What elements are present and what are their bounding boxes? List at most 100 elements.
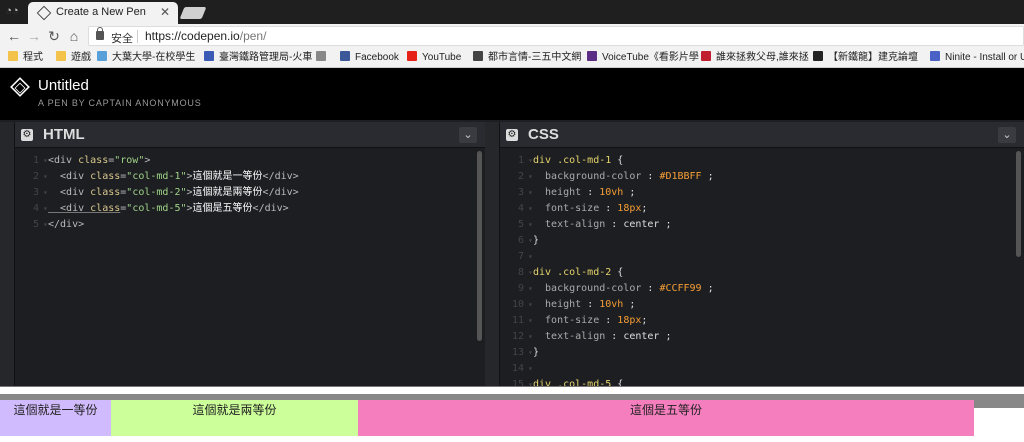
- code-token: {: [617, 155, 624, 166]
- line-number: 3: [32, 187, 39, 198]
- codepen-favicon-icon: [36, 5, 52, 21]
- chevron-down-icon[interactable]: ⌄: [998, 127, 1016, 143]
- code-text: background-color : #D1BBFF ;: [533, 169, 714, 185]
- css-code-area[interactable]: 1 ▾ div .col-md-1 {2 ▾ background-color : #…: [500, 149, 1024, 386]
- code-token: ;: [623, 299, 636, 310]
- bookmark-item[interactable]: 遊戲: [56, 51, 91, 65]
- css-code-line: 10 ▾ height : 10vh ;: [500, 297, 1024, 313]
- code-token: #D1BBFF: [659, 171, 702, 182]
- tab-strip: ◔◔ Create a New Pen ✕: [0, 0, 1024, 24]
- line-number: 5: [32, 219, 39, 230]
- col-md-2-box: 這個就是兩等份: [111, 400, 358, 436]
- fold-marker-icon[interactable]: ▾: [528, 249, 533, 265]
- code-text: div .col-md-1 {: [533, 153, 623, 169]
- home-icon[interactable]: ⌂: [66, 27, 82, 45]
- bookmark-item[interactable]: Ninite - Install or Up: [930, 51, 1024, 65]
- fold-marker-icon[interactable]: ▾: [528, 361, 533, 377]
- code-token: <div: [48, 187, 91, 198]
- bookmark-favicon-icon: [813, 51, 823, 61]
- bookmark-item[interactable]: 誰來拯救父母,誰來拯: [701, 51, 809, 65]
- css-code-line: 1 ▾ div .col-md-1 {: [500, 153, 1024, 169]
- code-token: "col-md-5": [126, 203, 187, 214]
- code-token: 10vh: [599, 299, 624, 310]
- new-tab-button[interactable]: [179, 7, 207, 19]
- code-text: </div>: [48, 217, 84, 233]
- line-number: 12: [511, 331, 524, 342]
- bookmark-label: Facebook: [355, 52, 399, 63]
- line-number: 7: [517, 251, 524, 262]
- bookmark-item[interactable]: Facebook: [340, 51, 399, 65]
- html-code-line: 2 ▾ <div class="col-md-1">這個就是一等份</div>: [15, 169, 485, 185]
- code-token: ;: [701, 283, 714, 294]
- incognito-icon: ◔◔: [5, 5, 19, 17]
- code-token: {: [617, 379, 624, 386]
- code-token: "row": [114, 155, 145, 166]
- bookmark-favicon-icon: [587, 51, 597, 61]
- bookmark-item[interactable]: YouTube: [407, 51, 461, 65]
- code-text: text-align : center ;: [533, 217, 671, 233]
- gear-icon[interactable]: ⚙: [506, 129, 518, 141]
- bookmark-item[interactable]: 大葉大學-在校學生: [97, 51, 195, 65]
- back-arrow-icon[interactable]: ←: [6, 27, 22, 45]
- code-token: :: [647, 171, 660, 182]
- code-text: <div class="col-md-5">這個是五等份</div>: [48, 201, 289, 217]
- css-code-line: 13 ▾}: [500, 345, 1024, 361]
- line-number: 9: [517, 283, 524, 294]
- line-number: 14: [511, 363, 524, 374]
- tab-create-new-pen[interactable]: Create a New Pen ✕: [28, 2, 178, 24]
- address-bar[interactable]: 安全 https://codepen.io/pen/: [88, 26, 1024, 46]
- bookmark-item[interactable]: 【新鐵龍】建克論壇: [813, 51, 918, 65]
- line-number: 1: [517, 155, 524, 166]
- html-code-line: 5 ▾ </div>: [15, 217, 485, 233]
- bookmark-label: 大葉大學-在校學生: [112, 52, 196, 63]
- code-token: background-color: [533, 283, 648, 294]
- line-number: 10: [511, 299, 524, 310]
- code-token: </div>: [48, 219, 85, 230]
- code-token: ;: [701, 171, 714, 182]
- bookmark-favicon-icon: [97, 51, 107, 61]
- codepen-header: Untitled A PEN BY CAPTAIN ANONYMOUS: [0, 68, 1024, 120]
- code-token: class: [90, 171, 121, 182]
- url-path: /pen/: [239, 29, 267, 43]
- chevron-down-icon[interactable]: ⌄: [459, 127, 477, 143]
- html-editor-header: ⚙ HTML ⌄: [15, 122, 485, 148]
- code-token: class: [90, 203, 121, 214]
- bookmark-item[interactable]: 都市言情-三五中文網: [473, 51, 581, 65]
- bookmark-item[interactable]: 程式: [8, 51, 43, 65]
- gear-icon[interactable]: ⚙: [21, 129, 33, 141]
- code-token: >: [144, 155, 151, 166]
- css-code-line: 7 ▾: [500, 249, 1024, 265]
- css-code-line: 6 ▾}: [500, 233, 1024, 249]
- line-number: 11: [511, 315, 524, 326]
- code-text: }: [533, 233, 539, 249]
- reload-icon[interactable]: ↻: [46, 27, 62, 45]
- bookmark-item[interactable]: [316, 51, 331, 65]
- code-token: : center ;: [611, 331, 672, 342]
- html-editor-title: HTML: [43, 126, 85, 143]
- html-scrollbar[interactable]: [477, 151, 482, 341]
- bookmark-favicon-icon: [407, 51, 417, 61]
- css-editor-title: CSS: [528, 126, 559, 143]
- forward-arrow-icon[interactable]: →: [26, 27, 42, 45]
- code-text: div .col-md-2 {: [533, 265, 623, 281]
- left-gutter: [0, 122, 15, 386]
- col-md-5-box: 這個是五等份: [358, 400, 974, 436]
- css-editor-header: ⚙ CSS ⌄: [500, 122, 1024, 148]
- pen-author: A PEN BY CAPTAIN ANONYMOUS: [38, 98, 202, 108]
- html-code-area[interactable]: 1 ▾ <div class="row"> 2 ▾ <div class="col-md…: [15, 149, 485, 386]
- bookmark-item[interactable]: VoiceTube《看影片學: [587, 51, 699, 65]
- code-text: text-align : center ;: [533, 329, 672, 345]
- code-token: "col-md-2": [126, 187, 187, 198]
- css-code-line: 9 ▾ background-color : #CCFF99 ;: [500, 281, 1024, 297]
- code-token: }: [533, 347, 540, 358]
- url-text: https://codepen.io/pen/: [145, 29, 266, 43]
- code-text: font-size : 18px;: [533, 313, 647, 329]
- bookmark-label: 【新鐵龍】建克論壇: [828, 52, 918, 63]
- close-tab-icon[interactable]: ✕: [160, 5, 170, 19]
- editor-resize-handle[interactable]: [485, 122, 500, 386]
- css-scrollbar[interactable]: [1016, 151, 1021, 257]
- pen-title[interactable]: Untitled: [38, 77, 89, 94]
- bookmark-item[interactable]: 臺灣鐵路管理局-火車: [204, 51, 312, 65]
- codepen-logo-icon[interactable]: [10, 77, 30, 97]
- code-token: "col-md-1": [126, 171, 187, 182]
